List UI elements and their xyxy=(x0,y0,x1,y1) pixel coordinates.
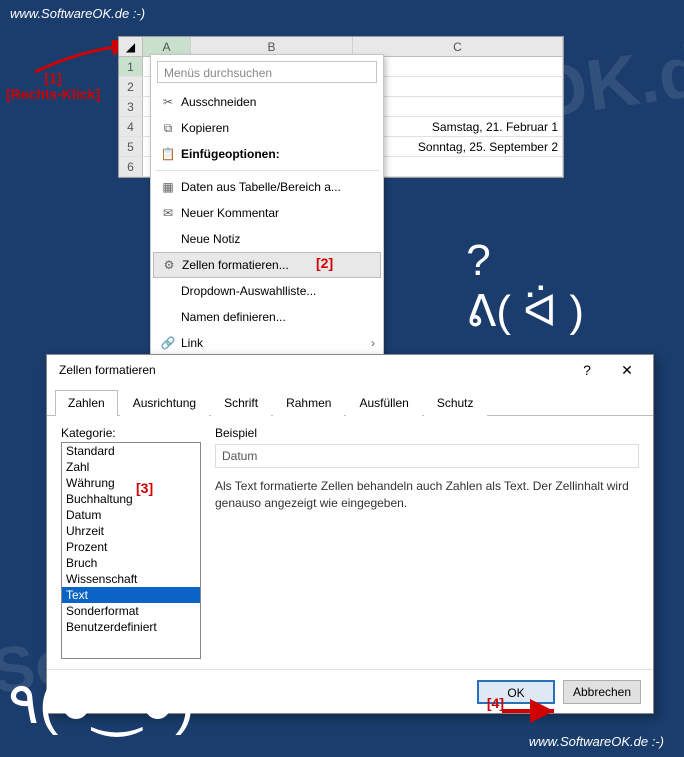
menu-item-label: Daten aus Tabelle/Bereich a... xyxy=(179,180,375,194)
decorative-figure: ٩(◕‿◕) xyxy=(8,669,194,737)
cell[interactable] xyxy=(353,157,563,176)
category-description: Als Text formatierte Zellen behandeln au… xyxy=(215,478,639,512)
menu-item-new-note[interactable]: Neue Notiz xyxy=(153,226,381,252)
cell[interactable] xyxy=(353,97,563,116)
format-cells-icon: ⚙ xyxy=(158,258,180,272)
tab-fill[interactable]: Ausfüllen xyxy=(346,390,421,416)
annotation-1: [1] [Rechts-Klick] xyxy=(6,70,100,102)
cell[interactable]: Samstag, 21. Februar 1 xyxy=(353,117,563,136)
tab-alignment[interactable]: Ausrichtung xyxy=(120,390,209,416)
dialog-tabs: Zahlen Ausrichtung Schrift Rahmen Ausfül… xyxy=(47,389,653,416)
cell[interactable]: Sonntag, 25. September 2 xyxy=(353,137,563,156)
dialog-title: Zellen formatieren xyxy=(59,363,156,377)
menu-item-label: Namen definieren... xyxy=(179,310,375,324)
tab-numbers[interactable]: Zahlen xyxy=(55,390,118,416)
menu-item-label: Neuer Kommentar xyxy=(179,206,375,220)
category-listbox[interactable]: StandardZahlWährungBuchhaltungDatumUhrze… xyxy=(61,442,201,659)
row-header[interactable]: 2 xyxy=(119,77,143,96)
paste-icon: 📋 xyxy=(157,147,179,161)
menu-item-new-comment[interactable]: ✉ Neuer Kommentar xyxy=(153,200,381,226)
menu-item-format-cells[interactable]: ⚙ Zellen formatieren... xyxy=(153,252,381,278)
copy-icon: ⧉ xyxy=(157,121,179,136)
category-item[interactable]: Uhrzeit xyxy=(62,523,200,539)
help-button[interactable]: ? xyxy=(567,362,607,378)
annotation-4: [4] xyxy=(487,695,504,711)
row-header[interactable]: 3 xyxy=(119,97,143,116)
sample-label: Beispiel xyxy=(215,426,639,440)
menu-item-data-from-table[interactable]: ▦ Daten aus Tabelle/Bereich a... xyxy=(153,174,381,200)
cut-icon: ✂ xyxy=(157,95,179,109)
category-item[interactable]: Zahl xyxy=(62,459,200,475)
category-item[interactable]: Sonderformat xyxy=(62,603,200,619)
menu-item-label: Dropdown-Auswahlliste... xyxy=(179,284,375,298)
category-item[interactable]: Prozent xyxy=(62,539,200,555)
menu-item-cut[interactable]: ✂ Ausschneiden xyxy=(153,89,381,115)
menu-item-label: Zellen formatieren... xyxy=(180,258,374,272)
cell[interactable] xyxy=(353,77,563,96)
category-item[interactable]: Datum xyxy=(62,507,200,523)
menu-item-label: Neue Notiz xyxy=(179,232,375,246)
decorative-figure: ?ᕕ( ᐛ ) xyxy=(466,236,584,337)
link-icon: 🔗 xyxy=(157,336,179,350)
arrow-annotation-4 xyxy=(500,699,560,723)
menu-item-label: Ausschneiden xyxy=(179,95,375,109)
menu-item-copy[interactable]: ⧉ Kopieren xyxy=(153,115,381,141)
category-item[interactable]: Buchhaltung xyxy=(62,491,200,507)
menu-item-label: Link xyxy=(179,336,375,350)
row-header[interactable]: 1 xyxy=(119,57,143,76)
annotation-2: [2] xyxy=(316,255,333,271)
category-item[interactable]: Währung xyxy=(62,475,200,491)
table-icon: ▦ xyxy=(157,180,179,194)
category-item[interactable]: Text xyxy=(62,587,200,603)
tab-border[interactable]: Rahmen xyxy=(273,390,344,416)
chevron-right-icon: › xyxy=(371,336,375,350)
menu-search-input[interactable]: Menüs durchsuchen xyxy=(157,61,377,83)
row-header[interactable]: 4 xyxy=(119,117,143,136)
cell[interactable] xyxy=(353,57,563,76)
select-all-corner[interactable]: ◢ xyxy=(119,37,143,56)
branding-url-top: www.SoftwareOK.de :-) xyxy=(10,6,145,21)
context-menu: Menüs durchsuchen ✂ Ausschneiden ⧉ Kopie… xyxy=(150,54,384,359)
row-header[interactable]: 6 xyxy=(119,157,143,176)
sample-box: Datum xyxy=(215,444,639,468)
category-item[interactable]: Standard xyxy=(62,443,200,459)
menu-item-label: Kopieren xyxy=(179,121,375,135)
row-header[interactable]: 5 xyxy=(119,137,143,156)
annotation-3: [3] xyxy=(136,480,153,496)
category-item[interactable]: Benutzerdefiniert xyxy=(62,619,200,635)
menu-item-dropdown-list[interactable]: Dropdown-Auswahlliste... xyxy=(153,278,381,304)
column-header-c[interactable]: C xyxy=(353,37,563,56)
tab-font[interactable]: Schrift xyxy=(211,390,271,416)
category-item[interactable]: Bruch xyxy=(62,555,200,571)
format-cells-dialog: Zellen formatieren ? ✕ Zahlen Ausrichtun… xyxy=(46,354,654,714)
category-label: Kategorie: xyxy=(61,426,201,440)
menu-item-link[interactable]: 🔗 Link › xyxy=(153,330,381,356)
comment-icon: ✉ xyxy=(157,206,179,220)
close-button[interactable]: ✕ xyxy=(607,362,647,379)
menu-item-define-names[interactable]: Namen definieren... xyxy=(153,304,381,330)
menu-item-label: Einfügeoptionen: xyxy=(179,147,375,161)
menu-separator xyxy=(155,170,379,171)
menu-item-paste-options[interactable]: 📋 Einfügeoptionen: xyxy=(153,141,381,167)
branding-url-bottom: www.SoftwareOK.de :-) xyxy=(529,734,664,749)
cancel-button[interactable]: Abbrechen xyxy=(563,680,641,704)
tab-protection[interactable]: Schutz xyxy=(424,390,487,416)
category-item[interactable]: Wissenschaft xyxy=(62,571,200,587)
